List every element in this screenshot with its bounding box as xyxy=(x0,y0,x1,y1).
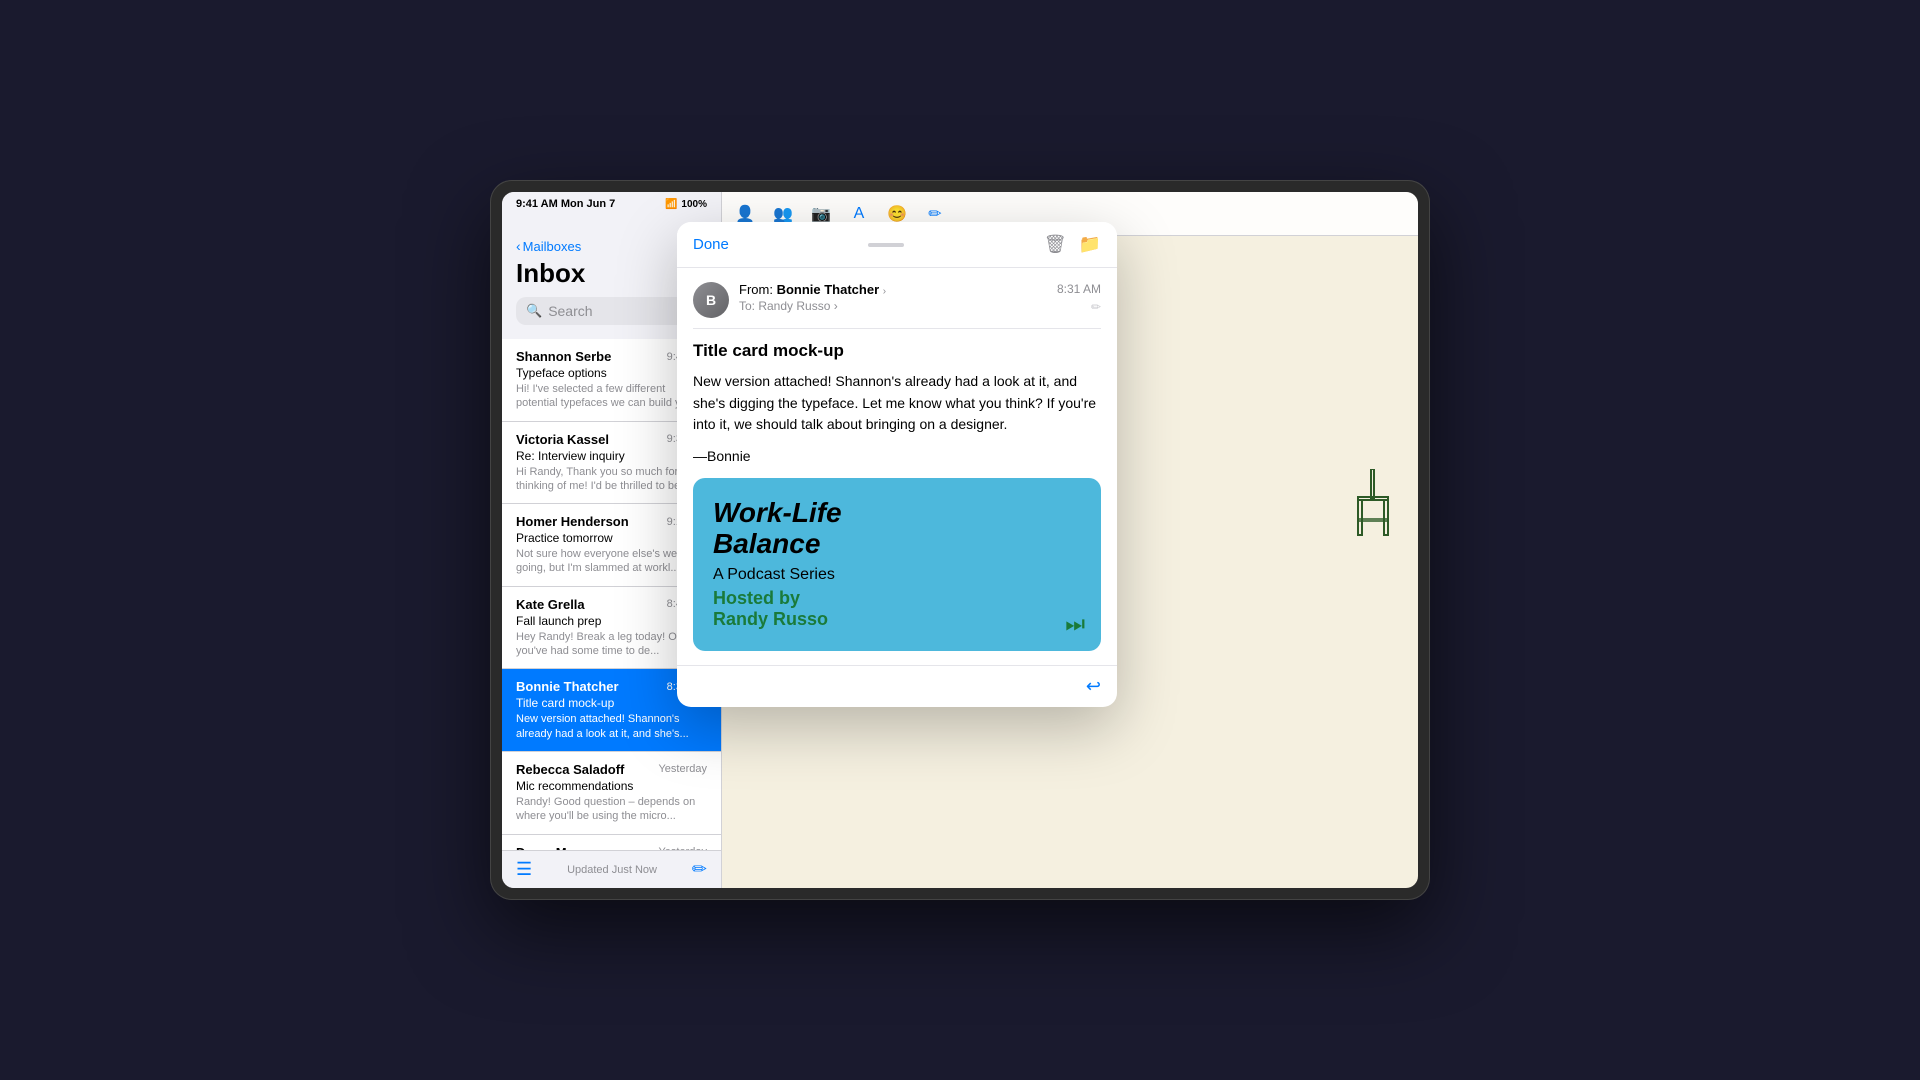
email-subject: Title card mock-up xyxy=(693,341,1101,361)
podcast-play-button[interactable]: ⏭ xyxy=(1065,611,1085,637)
ipad-device: 9:41 AM Mon Jun 7 📶 100% ‹ Mailboxes Edi… xyxy=(490,180,1430,900)
app-screen: 9:41 AM Mon Jun 7 📶 100% ‹ Mailboxes Edi… xyxy=(502,192,1418,888)
move-email-icon[interactable]: 📁 xyxy=(1079,234,1101,255)
email-from-line: From: Bonnie Thatcher › xyxy=(739,282,1047,297)
modal-actions: 🗑 📁 xyxy=(1044,234,1101,255)
wifi-icon: 📶 xyxy=(665,199,677,210)
mail-sender: Victoria Kassel xyxy=(516,432,609,447)
email-body-text: New version attached! Shannon's already … xyxy=(693,371,1101,436)
back-to-mailboxes[interactable]: ‹ Mailboxes xyxy=(516,238,581,254)
search-icon: 🔍 xyxy=(526,303,542,319)
mail-sender: Kate Grella xyxy=(516,597,585,612)
pencil-icon: ✏ xyxy=(1091,300,1101,314)
email-meta-info: From: Bonnie Thatcher › To: Randy Russo … xyxy=(739,282,1047,313)
podcast-title: Work-LifeBalance xyxy=(713,498,1077,560)
modal-header: Done 🗑 📁 xyxy=(677,222,1117,268)
modal-footer: ↩ xyxy=(677,665,1117,707)
mail-footer: ☰ Updated Just Now ✏ xyxy=(502,850,721,888)
compose-icon[interactable]: ✏ xyxy=(692,859,707,880)
email-signature: —Bonnie xyxy=(693,448,1101,464)
mail-sender: Shannon Serbe xyxy=(516,349,611,364)
to-name: Randy Russo xyxy=(758,299,830,313)
from-name: Bonnie Thatcher xyxy=(777,282,880,297)
chair-sketch-icon xyxy=(1353,469,1398,539)
email-body-content: B From: Bonnie Thatcher › To: Randy Russ… xyxy=(677,268,1117,665)
mail-store-icon[interactable]: ☰ xyxy=(516,859,532,880)
mail-subject: Mic recommendations xyxy=(516,779,707,793)
back-chevron-icon: ‹ xyxy=(516,238,521,254)
email-timestamp: 8:31 AM xyxy=(1057,282,1101,296)
done-button[interactable]: Done xyxy=(693,236,729,253)
email-to-line: To: Randy Russo › xyxy=(739,299,1047,313)
mail-preview: New version attached! Shannon's already … xyxy=(516,712,707,741)
from-chevron-icon: › xyxy=(883,286,886,297)
battery-text: 100% xyxy=(681,199,707,210)
reply-button[interactable]: ↩ xyxy=(1086,676,1101,697)
email-time-area: 8:31 AM ✏ xyxy=(1057,282,1101,314)
email-modal: Done 🗑 📁 B From: Bonnie Thatcher › xyxy=(677,222,1117,707)
search-placeholder: Search xyxy=(548,303,675,319)
to-chevron-icon: › xyxy=(834,299,838,313)
delete-email-icon[interactable]: 🗑 xyxy=(1044,234,1067,255)
mail-item[interactable]: Rebecca Saladoff Yesterday Mic recommend… xyxy=(502,752,721,835)
mail-subject: Title card mock-up xyxy=(516,696,614,710)
podcast-subtitle: A Podcast Series xyxy=(713,566,1077,584)
mailboxes-label: Mailboxes xyxy=(523,239,582,254)
from-label: From: xyxy=(739,282,777,297)
email-meta: B From: Bonnie Thatcher › To: Randy Russ… xyxy=(693,282,1101,329)
podcast-hosted: Hosted byRandy Russo xyxy=(713,588,1077,631)
mail-preview: Randy! Good question – depends on where … xyxy=(516,795,707,824)
sender-avatar: B xyxy=(693,282,729,318)
mail-sender: Rebecca Saladoff xyxy=(516,762,624,777)
to-label: To: xyxy=(739,299,758,313)
mail-sender: Homer Henderson xyxy=(516,514,629,529)
mail-item-header: Rebecca Saladoff Yesterday xyxy=(516,762,707,777)
mail-sender: Bonnie Thatcher xyxy=(516,679,619,694)
podcast-card-inner: Work-LifeBalance A Podcast Series Hosted… xyxy=(693,478,1101,651)
update-status: Updated Just Now xyxy=(567,864,657,876)
drag-indicator xyxy=(868,243,904,247)
mail-time: Yesterday xyxy=(658,763,707,775)
podcast-card: Work-LifeBalance A Podcast Series Hosted… xyxy=(693,478,1101,651)
status-time: 9:41 AM Mon Jun 7 xyxy=(516,198,615,210)
mail-item[interactable]: Darcy Moore Yesterday Re: Paid promotion… xyxy=(502,835,721,850)
